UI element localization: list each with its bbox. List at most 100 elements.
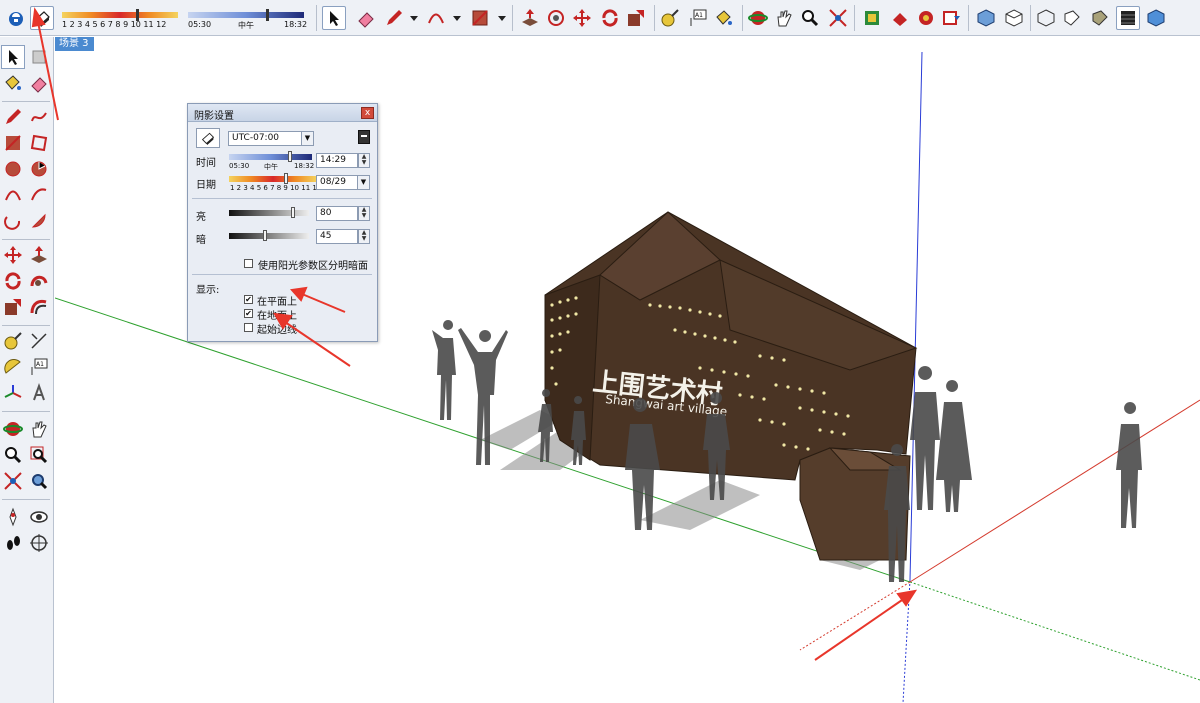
on-faces-checkbox[interactable]: ✔	[244, 295, 253, 304]
warehouse-icon[interactable]	[860, 6, 884, 30]
time-field[interactable]: 14:29	[316, 153, 358, 168]
timezone-select[interactable]: UTC-07:00 ▼	[228, 131, 314, 146]
freehand-tool-icon[interactable]	[27, 105, 51, 129]
follow-me-tool-icon[interactable]	[544, 6, 568, 30]
select-tool-icon[interactable]	[1, 45, 25, 69]
dark-slider-thumb[interactable]	[263, 230, 267, 241]
look-around-icon[interactable]	[27, 505, 51, 529]
pan-tool-icon[interactable]	[772, 6, 796, 30]
date-slider[interactable]	[229, 176, 317, 182]
xray-style-icon[interactable]	[1034, 6, 1058, 30]
dark-slider[interactable]	[229, 233, 309, 239]
axes-tool-icon[interactable]	[1, 381, 25, 405]
scale-tool-icon[interactable]	[1, 295, 25, 319]
time-slider-thumb[interactable]	[266, 9, 269, 21]
move-tool-icon[interactable]	[1, 243, 25, 267]
zoom-extents-icon[interactable]	[1, 469, 25, 493]
select-tool-icon[interactable]	[322, 6, 346, 30]
offset-tool-icon[interactable]	[27, 295, 51, 319]
circle-tool-icon[interactable]	[1, 157, 25, 181]
position-camera-icon[interactable]	[1, 505, 25, 529]
display-shadows-icon[interactable]	[30, 6, 54, 30]
scale-tool-icon[interactable]	[624, 6, 648, 30]
hidden-line-style-icon[interactable]	[1060, 6, 1084, 30]
pie-tool-icon[interactable]	[27, 209, 51, 233]
date-field[interactable]: 08/29 ▼	[316, 175, 370, 190]
rectangle-tool-icon[interactable]	[1, 131, 25, 155]
tape-measure-icon[interactable]	[658, 6, 682, 30]
chevron-down-icon[interactable]: ▼	[357, 176, 369, 189]
display-shadows-icon	[201, 132, 215, 145]
push-pull-tool-icon[interactable]	[27, 243, 51, 267]
polygon-tool-icon[interactable]	[27, 157, 51, 181]
make-component-icon[interactable]	[27, 45, 51, 69]
push-pull-tool-icon[interactable]	[518, 6, 542, 30]
eraser-tool-icon[interactable]	[354, 6, 378, 30]
orbit-tool-icon[interactable]	[1, 417, 25, 441]
zoom-tool-icon[interactable]	[798, 6, 822, 30]
light-slider-thumb[interactable]	[291, 207, 295, 218]
extension-icon[interactable]	[940, 6, 964, 30]
chevron-down-icon[interactable]: ▼	[301, 132, 313, 145]
eraser-tool-icon[interactable]	[27, 71, 51, 95]
chevron-down-icon[interactable]	[453, 16, 461, 21]
toolbar-date-slider[interactable]: 1 2 3 4 5 6 7 8 9 10 11 12	[62, 6, 178, 32]
get-photo-texture-icon[interactable]	[914, 6, 938, 30]
dialog-titlebar[interactable]: 阴影设置 x	[188, 104, 377, 122]
tape-measure-icon[interactable]	[1, 329, 25, 353]
light-spinner[interactable]: ▲ ▼	[358, 206, 370, 221]
rotated-rectangle-icon[interactable]	[27, 131, 51, 155]
collapse-details-icon[interactable]	[358, 130, 370, 144]
dark-spinner[interactable]: ▲ ▼	[358, 229, 370, 244]
zoom-extents-icon[interactable]	[826, 6, 850, 30]
use-sun-checkbox[interactable]	[244, 259, 253, 268]
arc-tool-icon[interactable]	[1, 183, 25, 207]
shaded-style-icon[interactable]	[1088, 6, 1112, 30]
three-point-arc-icon[interactable]	[1, 209, 25, 233]
rectangle-tool-icon[interactable]	[468, 6, 492, 30]
pencil-tool-icon[interactable]	[1, 105, 25, 129]
date-slider-thumb[interactable]	[284, 173, 288, 184]
display-shadows-toggle[interactable]	[196, 128, 220, 148]
protractor-icon[interactable]	[1, 355, 25, 379]
section-plane-icon[interactable]	[27, 531, 51, 555]
two-point-arc-icon[interactable]	[27, 183, 51, 207]
pencil-tool-icon[interactable]	[382, 6, 406, 30]
toolbar-time-slider[interactable]: 05:30 中午 18:32	[188, 6, 307, 32]
move-tool-icon[interactable]	[570, 6, 594, 30]
top-view-icon[interactable]	[1002, 6, 1026, 30]
pan-tool-icon[interactable]	[27, 417, 51, 441]
zoom-window-icon[interactable]	[27, 443, 51, 467]
on-ground-checkbox[interactable]: ✔	[244, 309, 253, 318]
monochrome-style-icon[interactable]	[1144, 6, 1168, 30]
dimension-tool-icon[interactable]	[27, 329, 51, 353]
chevron-down-icon[interactable]	[498, 16, 506, 21]
walk-tool-icon[interactable]	[1, 531, 25, 555]
zoom-tool-icon[interactable]	[1, 443, 25, 467]
text-tool-icon[interactable]: A1	[27, 355, 51, 379]
dialog-close-button[interactable]: x	[361, 107, 374, 119]
from-edges-checkbox[interactable]	[244, 323, 253, 332]
orbit-tool-icon[interactable]	[746, 6, 770, 30]
light-field[interactable]: 80	[316, 206, 358, 221]
3d-text-icon[interactable]	[27, 381, 51, 405]
time-slider[interactable]	[229, 154, 312, 160]
scene-tab[interactable]: 场景 3	[55, 37, 94, 51]
share-model-icon[interactable]	[888, 6, 912, 30]
paint-bucket-icon[interactable]	[712, 6, 736, 30]
shadow-settings-icon[interactable]	[4, 6, 28, 30]
rotate-tool-icon[interactable]	[1, 269, 25, 293]
shaded-texture-style-icon[interactable]	[1116, 6, 1140, 30]
paint-bucket-icon[interactable]	[1, 71, 25, 95]
light-slider[interactable]	[229, 210, 309, 216]
dimension-tool-icon[interactable]: A1	[686, 6, 710, 30]
previous-view-icon[interactable]	[27, 469, 51, 493]
time-slider-thumb[interactable]	[288, 151, 292, 162]
iso-view-icon[interactable]	[974, 6, 998, 30]
time-spinner[interactable]: ▲ ▼	[358, 153, 370, 168]
chevron-down-icon[interactable]	[410, 16, 418, 21]
rotate-tool-icon[interactable]	[598, 6, 622, 30]
dark-field[interactable]: 45	[316, 229, 358, 244]
follow-me-tool-icon[interactable]	[27, 269, 51, 293]
arc-tool-icon[interactable]	[424, 6, 448, 30]
